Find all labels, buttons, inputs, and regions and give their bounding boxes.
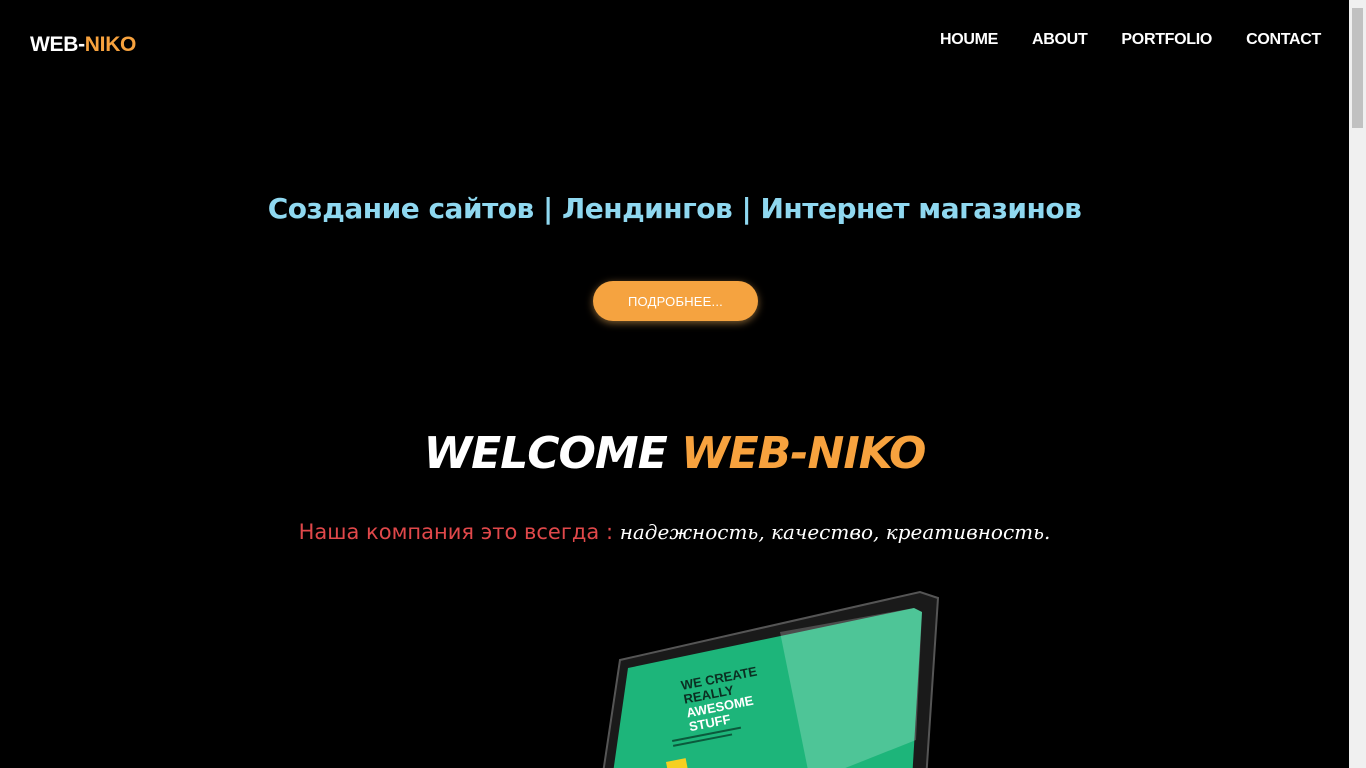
laptop-image: WE CREATE REALLY AWESOME STUFF <box>600 590 940 768</box>
tagline-values: надежность, качество, креативность. <box>619 520 1051 544</box>
logo-text-niko: NIKO <box>84 33 137 56</box>
nav-link-contact[interactable]: CONTACT <box>1246 31 1321 49</box>
site-logo[interactable]: WEB-NIKO <box>30 33 136 57</box>
logo-text-web: WEB- <box>30 33 85 56</box>
hero-subtitle: Создание сайтов | Лендингов | Интернет м… <box>267 192 1082 225</box>
scrollbar[interactable] <box>1349 0 1366 768</box>
page: WEB-NIKO HOUME ABOUT PORTFOLIO CONTACT С… <box>0 0 1349 768</box>
welcome-text: WELCOME <box>423 428 668 479</box>
more-button[interactable]: ПОДРОБНЕЕ... <box>593 281 758 321</box>
tagline-lead: Наша компания это всегда : <box>298 520 614 544</box>
main-nav: HOUME ABOUT PORTFOLIO CONTACT <box>940 31 1321 49</box>
scrollbar-thumb[interactable] <box>1352 8 1363 128</box>
laptop-illustration: WE CREATE REALLY AWESOME STUFF <box>602 590 940 768</box>
nav-link-portfolio[interactable]: PORTFOLIO <box>1121 31 1212 49</box>
nav-link-about[interactable]: ABOUT <box>1032 31 1088 49</box>
welcome-brand: WEB-NIKO <box>681 428 926 479</box>
welcome-heading: WELCOME WEB-NIKO <box>0 428 1349 479</box>
nav-link-home[interactable]: HOUME <box>940 31 998 49</box>
tagline: Наша компания это всегда : надежность, к… <box>0 520 1349 544</box>
